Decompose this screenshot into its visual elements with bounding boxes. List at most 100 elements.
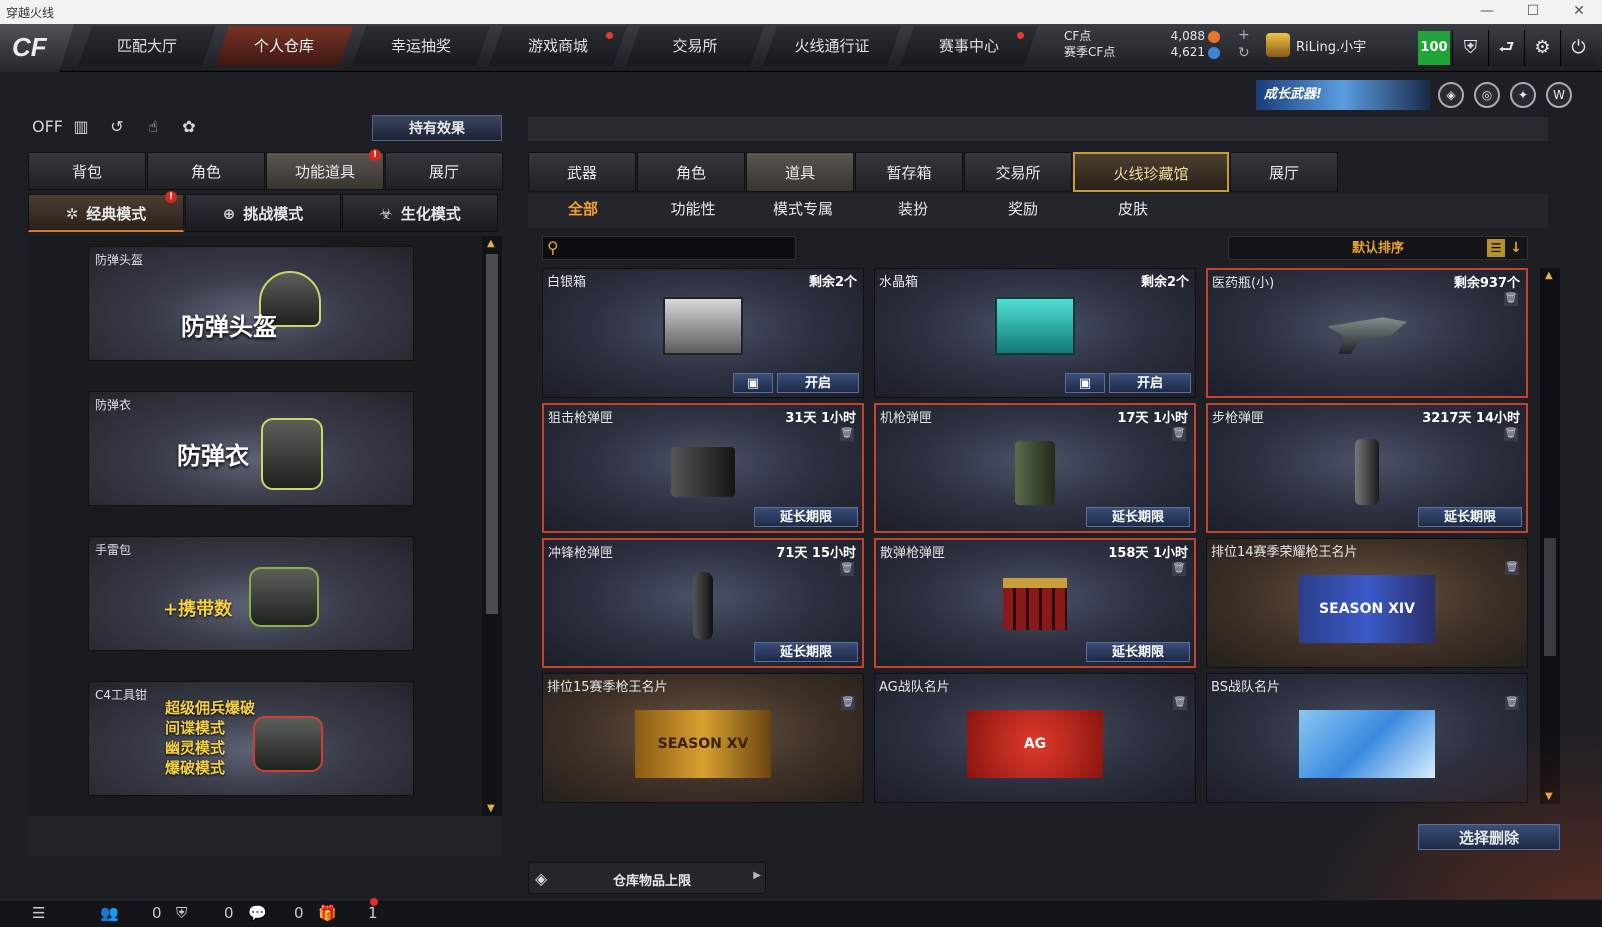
chat-icon[interactable]: 💬 [248,904,267,922]
nav-tab-game-mall[interactable]: 游戏商城 [489,26,627,66]
power-icon[interactable]: ⏻ [1560,30,1596,66]
menu-icon[interactable]: ☰ [32,904,45,922]
trash-icon[interactable]: 🗑 [1172,427,1186,441]
scroll-down-icon[interactable]: ▼ [487,803,495,814]
tab-functional-items[interactable]: 功能道具! [266,149,384,190]
item-card-shotgun-mag[interactable]: 散弹枪弹匣 158天 1小时 🗑 延长期限 [874,538,1196,668]
open-button[interactable]: 开启 [1109,373,1191,393]
holding-effect-button[interactable]: 持有效果 [372,115,502,141]
trash-icon[interactable]: 🗑 [1505,696,1519,710]
open-button[interactable]: 开启 [777,373,859,393]
cf-logo[interactable]: CF [0,24,74,72]
list-item-grenade-pack[interactable]: 手雷包 +携带数 [88,536,414,651]
tab-items[interactable]: 道具 [746,152,854,192]
subtab-rewards[interactable]: 奖励 [968,194,1078,228]
item-card-s15-namecard[interactable]: 排位15赛季枪王名片 🗑 SEASON XV [542,673,864,803]
trash-icon[interactable]: 🗑 [1504,292,1518,306]
extend-button[interactable]: 延长期限 [1418,507,1522,527]
item-card-s14-namecard[interactable]: 排位14赛季荣耀枪王名片 🗑 SEASON XIV [1206,538,1528,668]
select-delete-button[interactable]: 选择删除 [1418,824,1560,850]
subtab-outfit[interactable]: 装扮 [858,194,968,228]
item-card-medkit-small[interactable]: 医药瓶(小) 剩余937个 🗑 [1206,268,1528,398]
nav-tab-exchange[interactable]: 交易所 [626,26,764,66]
extend-button[interactable]: 延长期限 [1086,507,1190,527]
tab-showroom[interactable]: 展厅 [1230,152,1338,192]
tab-showroom[interactable]: 展厅 [385,152,503,190]
friends-icon[interactable]: 👥 [100,904,119,922]
trash-icon[interactable]: 🗑 [1505,561,1519,575]
trash-icon[interactable]: 🗑 [1172,562,1186,576]
gear-icon[interactable]: ⚙ [1524,30,1560,66]
search-input[interactable] [569,239,789,257]
grid-scrollbar[interactable]: ▲ ▼ [1540,268,1560,804]
nav-tab-battle-pass[interactable]: 火线通行证 [763,26,901,66]
tab-backpack[interactable]: 背包 [28,152,146,190]
trash-icon[interactable]: 🗑 [840,562,854,576]
arrow-right-icon[interactable]: ▶ [753,870,761,881]
item-card-ag-namecard[interactable]: AG战队名片 🗑 AG [874,673,1196,803]
mode-classic[interactable]: ✲ 经典模式! [28,191,184,232]
clan-icon[interactable]: ⛨ [176,904,187,922]
maximize-icon[interactable]: ☐ [1510,0,1556,24]
list-icon[interactable]: ☰ [1487,239,1505,257]
wing-icon[interactable]: W [1546,82,1572,108]
nav-tab-personal-warehouse[interactable]: 个人仓库 [215,26,353,66]
item-card-sniper-mag[interactable]: 狙击枪弹匣 31天 1小时 🗑 延长期限 [542,403,864,533]
sort-direction-icon[interactable]: ↓ [1507,239,1525,257]
mode-biochemical[interactable]: ☣ 生化模式 [342,194,498,232]
tab-exchange[interactable]: 交易所 [964,152,1072,192]
item-card-mg-mag[interactable]: 机枪弹匣 17天 1小时 🗑 延长期限 [874,403,1196,533]
promo-banner[interactable]: 成长武器! [1256,80,1430,110]
extend-button[interactable]: 延长期限 [754,507,858,527]
user-info[interactable]: RiLing.小宇 [1266,33,1366,57]
chart-icon[interactable]: ▥ [68,114,94,140]
badge-icon[interactable]: ◈ [1438,82,1464,108]
item-card-crystal-box[interactable]: 水晶箱 剩余2个 ▣ 开启 [874,268,1196,398]
history-icon[interactable]: ↺ [104,114,130,140]
medal-icon[interactable]: ✦ [1510,82,1536,108]
scroll-thumb[interactable] [486,254,498,614]
refresh-icon[interactable]: ↻ [1238,44,1250,62]
trash-icon[interactable]: 🗑 [841,696,855,710]
item-card-rifle-mag[interactable]: 步枪弹匣 3217天 14小时 🗑 延长期限 [1206,403,1528,533]
tab-collection-hall[interactable]: 火线珍藏馆 [1073,152,1229,192]
list-item-helmet[interactable]: 防弹头盔 防弹头盔 [88,246,414,361]
toggle-off-icon[interactable]: OFF [32,114,63,140]
subtab-mode-exclusive[interactable]: 模式专属 [748,194,858,228]
minimize-icon[interactable]: — [1464,0,1510,24]
add-currency-icon[interactable]: + [1238,26,1250,44]
gift-icon[interactable]: 🎁 [318,904,337,922]
item-card-smg-mag[interactable]: 冲锋枪弹匣 71天 15小时 🗑 延长期限 [542,538,864,668]
box-preview-icon[interactable]: ▣ [733,373,773,393]
nav-tab-match-lobby[interactable]: 匹配大厅 [78,26,216,66]
return-icon[interactable]: ⮐ [1488,30,1524,66]
sort-dropdown[interactable]: 默认排序 ☰ ↓ [1228,236,1528,260]
list-item-c4-pliers[interactable]: C4工具钳 超级佣兵爆破 间谍模式 幽灵模式 爆破模式 [88,681,414,796]
storage-limit-bar[interactable]: ◈ 仓库物品上限 ▶ [528,862,766,894]
scroll-up-icon[interactable]: ▲ [1545,270,1553,281]
tab-storage-box[interactable]: 暂存箱 [855,152,963,192]
tab-characters[interactable]: 角色 [637,152,745,192]
subtab-functional[interactable]: 功能性 [638,194,748,228]
item-card-silver-box[interactable]: 白银箱 剩余2个 ▣ 开启 [542,268,864,398]
globe-icon[interactable]: ◎ [1474,82,1500,108]
extend-button[interactable]: 延长期限 [1086,642,1190,662]
shield-icon[interactable]: ⛨ [1452,30,1488,66]
nav-tab-lucky-draw[interactable]: 幸运抽奖 [352,26,490,66]
trash-icon[interactable]: 🗑 [1504,427,1518,441]
nav-tab-event-center[interactable]: 赛事中心 [900,26,1038,66]
subtab-skins[interactable]: 皮肤 [1078,194,1188,228]
bag-icon[interactable]: ✿ [176,114,202,140]
list-item-vest[interactable]: 防弹衣 防弹衣 [88,391,414,506]
box-preview-icon[interactable]: ▣ [1065,373,1105,393]
search-box[interactable]: ⚲ [542,236,796,260]
tab-character[interactable]: 角色 [147,152,265,190]
subtab-all[interactable]: 全部 [528,194,638,228]
mode-challenge[interactable]: ⊕ 挑战模式 [185,194,341,232]
scroll-up-icon[interactable]: ▲ [487,238,495,249]
extend-button[interactable]: 延长期限 [754,642,858,662]
trash-icon[interactable]: 🗑 [840,427,854,441]
tab-weapons[interactable]: 武器 [528,152,636,192]
left-scrollbar[interactable]: ▲ ▼ [482,236,502,816]
close-icon[interactable]: ✕ [1556,0,1602,24]
